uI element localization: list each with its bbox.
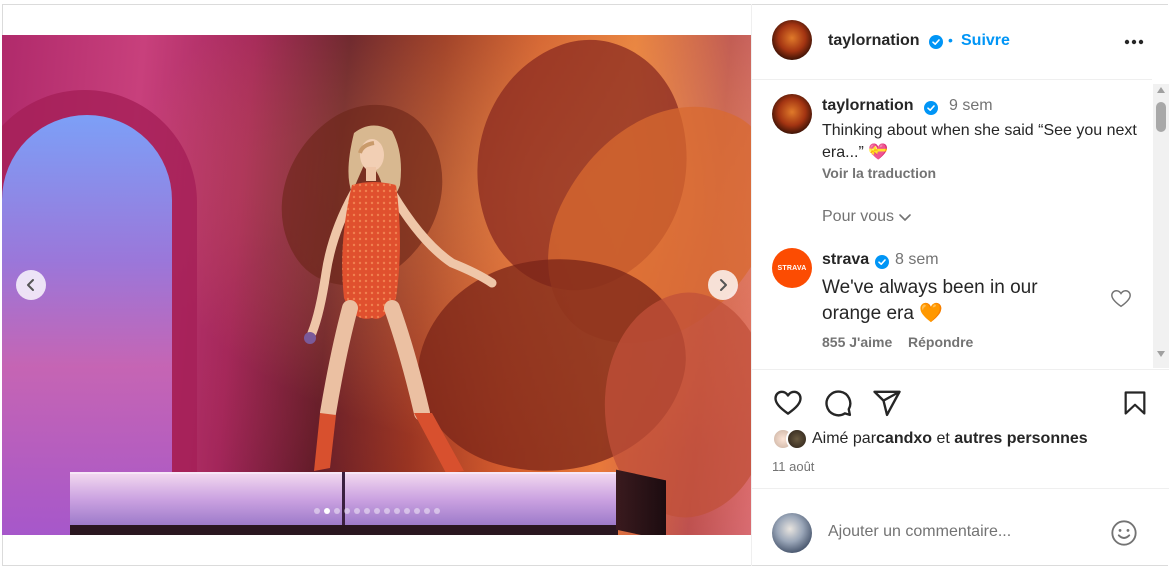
commenter-username[interactable]: strava	[822, 251, 869, 269]
caption-text: Thinking about when she said “See you ne…	[822, 122, 1137, 161]
add-comment-bar	[752, 488, 1169, 566]
caption-username[interactable]: taylornation	[822, 97, 914, 115]
chevron-right-icon	[720, 279, 727, 291]
chevron-left-icon	[27, 279, 34, 291]
more-options-button[interactable]	[1122, 32, 1146, 52]
caption-author-avatar[interactable]	[772, 94, 812, 134]
post-side-panel: taylornation • Suivre taylornation 9 sem…	[751, 4, 1169, 566]
share-icon	[873, 390, 901, 417]
verified-badge-icon	[929, 35, 943, 49]
liked-by-user[interactable]: candxo	[876, 430, 932, 448]
comment-text: We've always been in our orange era 🧡	[822, 277, 1038, 324]
comment-like-count[interactable]: 855 J'aime	[822, 334, 892, 350]
carousel-dot	[403, 508, 410, 514]
carousel-dot	[433, 508, 440, 514]
carousel-dot	[333, 508, 340, 514]
performer-figure	[304, 125, 497, 473]
verified-badge-icon	[875, 255, 889, 269]
current-user-avatar	[772, 513, 812, 553]
liker-avatar[interactable]	[786, 428, 808, 450]
liked-by-others[interactable]: autres personnes	[954, 430, 1087, 448]
comments-scrollbar[interactable]	[1153, 84, 1169, 368]
carousel-dot	[343, 508, 350, 514]
liked-by-prefix: Aimé par	[812, 430, 877, 447]
share-button[interactable]	[871, 387, 903, 419]
carousel-dot	[413, 508, 420, 514]
reply-button[interactable]: Répondre	[908, 334, 973, 350]
carousel-dot	[323, 508, 330, 514]
see-translation-link[interactable]: Voir la traduction	[822, 165, 936, 181]
heart-icon[interactable]	[1110, 288, 1132, 310]
carousel-dot	[383, 508, 390, 514]
comments-list: taylornation 9 sem Thinking about when s…	[752, 81, 1152, 369]
post-date[interactable]: 11 août	[772, 459, 814, 474]
scroll-down-arrow-icon[interactable]	[1157, 350, 1165, 358]
liked-by-middle: et	[932, 430, 955, 447]
scroll-thumb[interactable]	[1156, 102, 1166, 132]
comment-icon	[825, 390, 852, 417]
carousel-dot	[313, 508, 320, 514]
comment-button[interactable]	[822, 387, 854, 419]
carousel-prev-button[interactable]	[16, 270, 46, 300]
author-avatar[interactable]	[772, 20, 812, 60]
more-options-icon	[1124, 39, 1144, 45]
caption-timestamp[interactable]: 9 sem	[949, 97, 993, 115]
carousel-dot	[423, 508, 430, 514]
carousel-dot	[353, 508, 360, 514]
post-header: taylornation • Suivre	[752, 4, 1152, 80]
post-media	[2, 35, 751, 535]
carousel-dot	[393, 508, 400, 514]
carousel-dot	[363, 508, 370, 514]
verified-badge-icon	[924, 101, 938, 115]
comment-input[interactable]	[828, 523, 1098, 541]
commenter-avatar[interactable]: STRAVA	[772, 248, 812, 288]
save-button[interactable]	[1119, 387, 1151, 419]
carousel-next-button[interactable]	[708, 270, 738, 300]
post-actions: Aimé par candxo et autres personnes 11 a…	[752, 369, 1169, 474]
bookmark-icon	[1124, 391, 1146, 415]
like-button[interactable]	[772, 387, 804, 419]
carousel-dot	[373, 508, 380, 514]
carousel-indicator	[2, 508, 751, 514]
follow-button[interactable]: Suivre	[961, 32, 1010, 50]
for-you-label: Pour vous	[822, 208, 895, 225]
liked-by: Aimé par candxo et autres personnes	[772, 428, 1088, 450]
separator-bullet: •	[948, 32, 953, 48]
heart-icon	[774, 390, 802, 415]
for-you-dropdown[interactable]: Pour vous	[822, 208, 912, 226]
author-username[interactable]: taylornation	[828, 32, 920, 50]
chevron-down-icon	[899, 214, 911, 221]
comment-timestamp[interactable]: 8 sem	[895, 251, 939, 269]
scroll-up-arrow-icon[interactable]	[1157, 86, 1165, 94]
emoji-icon[interactable]	[1110, 519, 1138, 547]
